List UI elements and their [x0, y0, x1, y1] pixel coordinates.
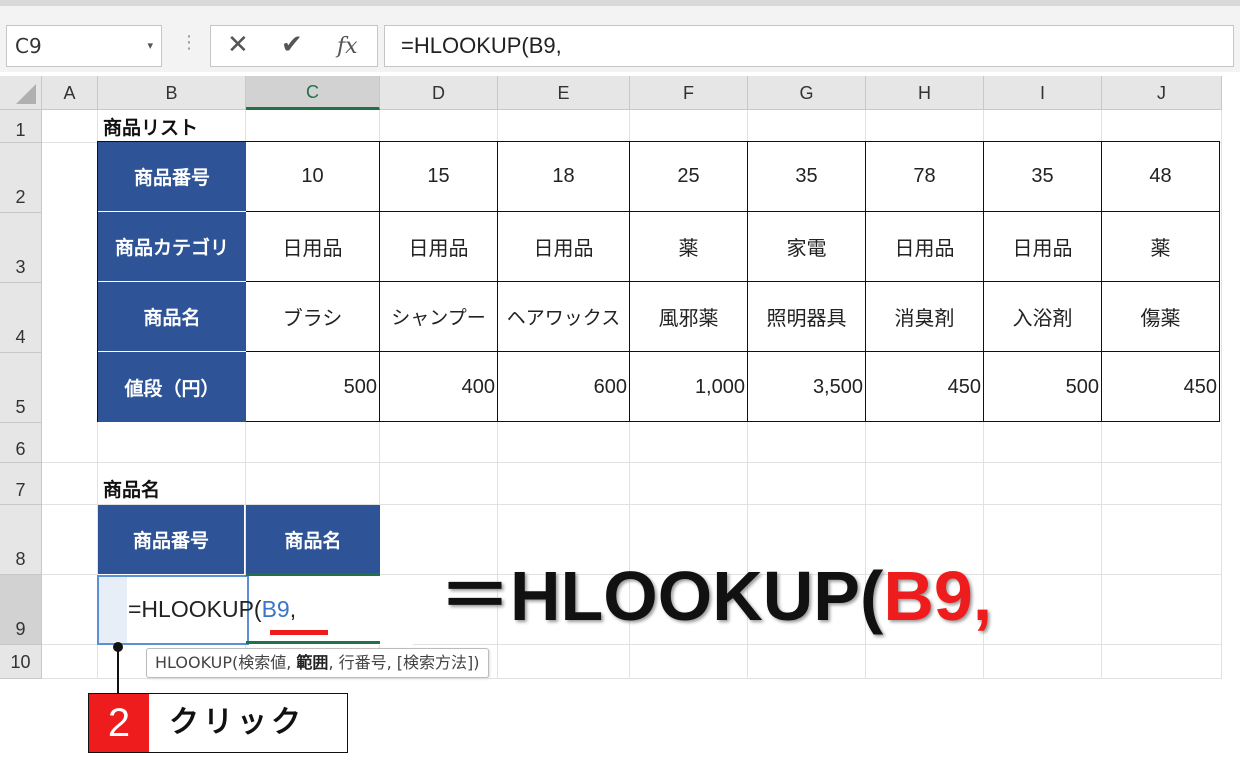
function-tooltip: HLOOKUP(検索値, 範囲, 行番号, [検索方法]): [146, 648, 489, 678]
row-header-2[interactable]: 2: [0, 143, 42, 213]
id-cell[interactable]: 48: [1102, 142, 1219, 212]
edit-formula-ref: B9: [261, 596, 290, 622]
price-cell[interactable]: 1,000: [630, 352, 748, 422]
step-label: クリック: [169, 705, 305, 740]
column-header-i[interactable]: I: [984, 76, 1102, 110]
row-header-9[interactable]: 9: [0, 575, 42, 645]
name-cell[interactable]: 風邪薬: [630, 282, 748, 352]
active-cell-border-bottom: [246, 641, 380, 644]
id-cell[interactable]: 10: [246, 142, 380, 212]
row-header-5[interactable]: 5: [0, 353, 42, 423]
name-box[interactable]: C9 ▾: [6, 25, 162, 67]
pointer-line: [117, 648, 119, 694]
step-number: 2: [89, 694, 149, 752]
active-cell-border: [246, 573, 380, 576]
header-product-name: 商品名: [98, 282, 246, 352]
price-cell[interactable]: 500: [246, 352, 380, 422]
chevron-down-icon[interactable]: ▾: [147, 26, 153, 66]
category-cell[interactable]: 日用品: [866, 212, 984, 282]
header-product-id: 商品番号: [98, 142, 246, 212]
category-cell[interactable]: 薬: [630, 212, 748, 282]
name-cell[interactable]: ブラシ: [246, 282, 380, 352]
row-header-8[interactable]: 8: [0, 505, 42, 575]
price-cell[interactable]: 450: [1102, 352, 1219, 422]
cancel-icon[interactable]: ✕: [227, 30, 249, 60]
category-cell[interactable]: 日用品: [498, 212, 630, 282]
name-cell[interactable]: 入浴剤: [984, 282, 1102, 352]
column-header-b[interactable]: B: [98, 76, 246, 110]
edit-formula-suffix: ,: [289, 596, 297, 622]
name-cell[interactable]: シャンプー: [380, 282, 498, 352]
column-header-h[interactable]: H: [866, 76, 984, 110]
column-header-j[interactable]: J: [1102, 76, 1222, 110]
column-header-g[interactable]: G: [748, 76, 866, 110]
category-cell[interactable]: 日用品: [246, 212, 380, 282]
id-cell[interactable]: 35: [748, 142, 866, 212]
tooltip-func[interactable]: HLOOKUP(: [155, 653, 238, 672]
select-all-corner[interactable]: [0, 76, 42, 110]
price-cell[interactable]: 500: [984, 352, 1102, 422]
row-header-1[interactable]: 1: [0, 110, 42, 143]
column-header-a[interactable]: A: [42, 76, 98, 110]
formula-input[interactable]: =HLOOKUP(B9,: [384, 25, 1234, 67]
tooltip-arg2[interactable]: 範囲: [296, 653, 328, 672]
red-underline: [270, 630, 328, 635]
formula-bar-area: C9 ▾ ⋮ ✕ ✔ fx =HLOOKUP(B9,: [0, 0, 1240, 72]
edit-formula-text[interactable]: =HLOOKUP(B9,: [128, 596, 296, 623]
select-all-icon: [16, 84, 36, 104]
name-box-value: C9: [15, 34, 42, 58]
column-header-e[interactable]: E: [498, 76, 630, 110]
price-cell[interactable]: 3,500: [748, 352, 866, 422]
row-header-4[interactable]: 4: [0, 283, 42, 353]
enter-icon[interactable]: ✔: [281, 30, 303, 60]
name-cell[interactable]: 傷薬: [1102, 282, 1219, 352]
price-cell[interactable]: 450: [866, 352, 984, 422]
tooltip-arg1[interactable]: 検索値,: [238, 653, 296, 672]
formula-callout: ＝HLOOKUP(B9,: [440, 540, 992, 641]
row-header-10[interactable]: 10: [0, 645, 42, 679]
price-cell[interactable]: 600: [498, 352, 630, 422]
name-cell[interactable]: ヘアワックス: [498, 282, 630, 352]
insert-function-icon[interactable]: fx: [337, 34, 358, 59]
column-header-f[interactable]: F: [630, 76, 748, 110]
id-cell[interactable]: 15: [380, 142, 498, 212]
product-list-label: 商品リスト: [103, 117, 199, 139]
category-cell[interactable]: 家電: [748, 212, 866, 282]
id-cell[interactable]: 78: [866, 142, 984, 212]
column-header-d[interactable]: D: [380, 76, 498, 110]
step-callout: 2 クリック: [88, 693, 348, 753]
formula-buttons: ✕ ✔ fx: [210, 25, 378, 67]
callout-prefix: ＝HLOOKUP(: [440, 557, 884, 635]
id-cell[interactable]: 18: [498, 142, 630, 212]
name-cell[interactable]: 照明器具: [748, 282, 866, 352]
row-header-6[interactable]: 6: [0, 423, 42, 463]
category-cell[interactable]: 薬: [1102, 212, 1219, 282]
callout-highlight: B9,: [883, 557, 993, 635]
column-header-c[interactable]: C: [246, 76, 380, 110]
more-options-icon[interactable]: ⋮: [180, 32, 198, 53]
tooltip-rest[interactable]: , 行番号, [検索方法]): [328, 653, 479, 672]
lookup-header-id: 商品番号: [98, 505, 245, 575]
header-price: 値段（円）: [98, 352, 246, 422]
product-table: 商品番号 商品カテゴリ 商品名 値段（円） 10 15 18 25 35 78 …: [97, 141, 1220, 422]
header-category: 商品カテゴリ: [98, 212, 246, 282]
product-name-section-label: 商品名: [103, 479, 161, 501]
price-cell[interactable]: 400: [380, 352, 498, 422]
lookup-header-name: 商品名: [246, 505, 380, 575]
edit-formula-prefix: =HLOOKUP(: [128, 596, 262, 622]
id-cell[interactable]: 25: [630, 142, 748, 212]
id-cell[interactable]: 35: [984, 142, 1102, 212]
name-cell[interactable]: 消臭剤: [866, 282, 984, 352]
category-cell[interactable]: 日用品: [380, 212, 498, 282]
row-header-3[interactable]: 3: [0, 213, 42, 283]
category-cell[interactable]: 日用品: [984, 212, 1102, 282]
row-header-7[interactable]: 7: [0, 463, 42, 505]
